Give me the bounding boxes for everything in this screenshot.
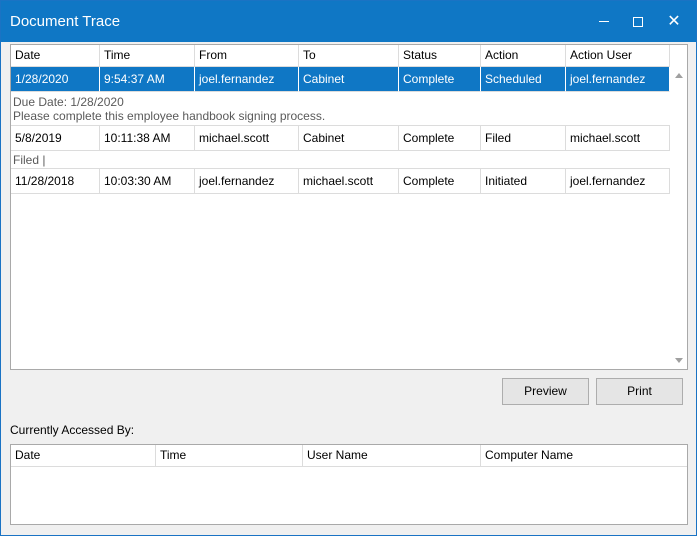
cell-date: 1/28/2020	[11, 67, 100, 92]
scroll-down-icon[interactable]	[675, 358, 683, 363]
cell-action-user: joel.fernandez	[566, 67, 670, 92]
trace-grid[interactable]: Date Time From To Status Action Action U…	[10, 44, 688, 370]
cell-to: Cabinet	[299, 126, 399, 151]
column-header-date[interactable]: Date	[11, 45, 100, 67]
cell-status: Complete	[399, 169, 481, 194]
minimize-icon	[599, 21, 609, 22]
maximize-icon	[633, 16, 643, 27]
cell-action: Initiated	[481, 169, 566, 194]
cell-status: Complete	[399, 126, 481, 151]
preview-button[interactable]: Preview	[502, 378, 589, 405]
document-trace-window: Document Trace ✕ Date Time From To Statu…	[0, 0, 697, 536]
window-title: Document Trace	[10, 13, 121, 30]
column-header-from[interactable]: From	[195, 45, 299, 67]
cell-date: 5/8/2019	[11, 126, 100, 151]
accessed-by-label: Currently Accessed By:	[10, 423, 135, 437]
column-header-time[interactable]: Time	[156, 445, 303, 467]
cell-from: joel.fernandez	[195, 67, 299, 92]
cell-action: Filed	[481, 126, 566, 151]
column-header-date[interactable]: Date	[11, 445, 156, 467]
column-header-computer-name[interactable]: Computer Name	[481, 445, 687, 467]
cell-action-user: michael.scott	[566, 126, 670, 151]
print-button[interactable]: Print	[596, 378, 683, 405]
detail-line: Filed |	[13, 153, 46, 167]
trace-header-row: Date Time From To Status Action Action U…	[11, 45, 670, 67]
cell-from: joel.fernandez	[195, 169, 299, 194]
accessed-by-grid[interactable]: Date Time User Name Computer Name	[10, 444, 688, 525]
column-header-time[interactable]: Time	[100, 45, 195, 67]
row-detail[interactable]: Due Date: 1/28/2020 Please complete this…	[11, 92, 670, 126]
table-row[interactable]: 11/28/2018 10:03:30 AM joel.fernandez mi…	[11, 169, 670, 194]
cell-time: 10:11:38 AM	[100, 126, 195, 151]
table-row[interactable]: 1/28/2020 9:54:37 AM joel.fernandez Cabi…	[11, 67, 670, 92]
cell-action: Scheduled	[481, 67, 566, 92]
close-icon: ✕	[667, 12, 681, 30]
cell-time: 10:03:30 AM	[100, 169, 195, 194]
column-header-status[interactable]: Status	[399, 45, 481, 67]
column-header-action[interactable]: Action	[481, 45, 566, 67]
cell-action-user: joel.fernandez	[566, 169, 670, 194]
cell-from: michael.scott	[195, 126, 299, 151]
access-header-row: Date Time User Name Computer Name	[11, 445, 687, 467]
column-header-action-user[interactable]: Action User	[566, 45, 670, 67]
row-detail[interactable]: Filed |	[11, 151, 670, 169]
cell-to: michael.scott	[299, 169, 399, 194]
cell-to: Cabinet	[299, 67, 399, 92]
vertical-scrollbar[interactable]	[670, 67, 687, 369]
title-bar[interactable]: Document Trace ✕	[1, 1, 696, 42]
table-row[interactable]: 5/8/2019 10:11:38 AM michael.scott Cabin…	[11, 126, 670, 151]
cell-date: 11/28/2018	[11, 169, 100, 194]
scroll-up-icon[interactable]	[675, 73, 683, 78]
close-button[interactable]: ✕	[656, 1, 692, 42]
detail-line: Please complete this employee handbook s…	[13, 109, 326, 123]
detail-line: Due Date: 1/28/2020	[13, 95, 124, 109]
maximize-button[interactable]	[620, 1, 656, 42]
minimize-button[interactable]	[586, 1, 622, 42]
cell-status: Complete	[399, 67, 481, 92]
cell-time: 9:54:37 AM	[100, 67, 195, 92]
column-header-user-name[interactable]: User Name	[303, 445, 481, 467]
column-header-to[interactable]: To	[299, 45, 399, 67]
